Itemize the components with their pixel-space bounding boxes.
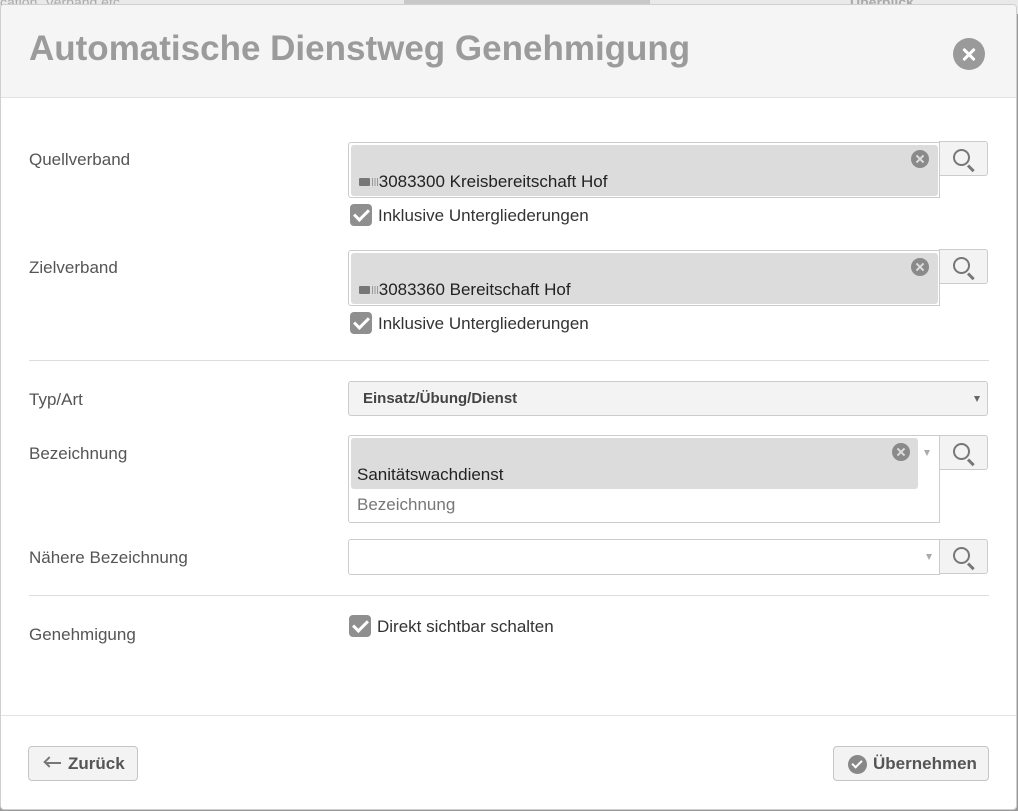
id-card-icon	[359, 178, 378, 186]
section-divider	[29, 360, 989, 361]
zielverband-search-button[interactable]	[939, 249, 988, 284]
chevron-down-icon	[974, 396, 980, 402]
quellverband-label: Quellverband	[29, 150, 131, 169]
genehmigung-label: Genehmigung	[29, 625, 136, 644]
submit-button-label: Übernehmen	[873, 754, 977, 773]
bezeichnung-chip: Sanitätswachdienst	[351, 438, 918, 489]
zielverband-include-checkbox[interactable]: Inklusive Untergliederungen	[350, 312, 589, 334]
dialog-title: Automatische Dienstweg Genehmigung	[29, 29, 691, 68]
chevron-down-icon	[926, 554, 932, 560]
dialog-header: Automatische Dienstweg Genehmigung	[1, 5, 1016, 98]
naehere-bezeichnung-label: Nähere Bezeichnung	[29, 548, 188, 567]
search-icon	[953, 149, 970, 166]
search-icon	[953, 547, 970, 564]
remove-chip-icon[interactable]	[911, 150, 929, 168]
back-button[interactable]: Zurück	[28, 746, 138, 781]
back-button-label: Zurück	[68, 754, 125, 773]
bezeichnung-label: Bezeichnung	[29, 444, 128, 463]
remove-chip-icon[interactable]	[892, 443, 910, 461]
chevron-down-icon[interactable]	[924, 450, 930, 456]
bezeichnung-search-button[interactable]	[939, 435, 988, 470]
bezeichnung-input[interactable]: Bezeichnung	[357, 495, 455, 515]
checkbox-checked-icon	[350, 204, 372, 226]
quellverband-value: 3083300 Kreisbereitschaft Hof	[378, 172, 608, 191]
quellverband-field[interactable]: 3083300 Kreisbereitschaft Hof	[348, 142, 940, 198]
typ-art-select[interactable]: Einsatz/Übung/Dienst	[348, 381, 988, 416]
section-divider	[29, 595, 989, 596]
bezeichnung-field[interactable]: Sanitätswachdienst Bezeichnung	[348, 435, 940, 523]
arrow-left-icon	[43, 758, 61, 768]
search-icon	[953, 257, 970, 274]
direkt-sichtbar-checkbox[interactable]: Direkt sichtbar schalten	[349, 615, 554, 637]
naehere-bezeichnung-select[interactable]	[348, 539, 940, 575]
search-icon	[953, 443, 970, 460]
submit-button[interactable]: Übernehmen	[833, 746, 989, 781]
direkt-sichtbar-label: Direkt sichtbar schalten	[377, 617, 554, 636]
zielverband-label: Zielverband	[29, 258, 118, 277]
zielverband-include-label: Inklusive Untergliederungen	[378, 314, 589, 333]
zielverband-value: 3083360 Bereitschaft Hof	[378, 280, 571, 299]
zielverband-chip: 3083360 Bereitschaft Hof	[351, 253, 938, 304]
typ-art-label: Typ/Art	[29, 390, 83, 409]
approval-dialog: Automatische Dienstweg Genehmigung Quell…	[0, 4, 1017, 810]
close-icon[interactable]	[953, 38, 985, 70]
naehere-bezeichnung-search-button[interactable]	[939, 539, 988, 574]
bezeichnung-value: Sanitätswachdienst	[357, 465, 504, 484]
checkbox-checked-icon	[349, 615, 371, 637]
quellverband-include-checkbox[interactable]: Inklusive Untergliederungen	[350, 204, 589, 226]
zielverband-field[interactable]: 3083360 Bereitschaft Hof	[348, 250, 940, 306]
id-card-icon	[359, 286, 378, 294]
dialog-footer: Zurück Übernehmen	[1, 715, 1016, 810]
quellverband-include-label: Inklusive Untergliederungen	[378, 206, 589, 225]
quellverband-chip: 3083300 Kreisbereitschaft Hof	[351, 145, 938, 196]
typ-art-selected: Einsatz/Übung/Dienst	[363, 390, 518, 407]
remove-chip-icon[interactable]	[911, 258, 929, 276]
checkbox-checked-icon	[350, 312, 372, 334]
check-circle-icon	[848, 755, 867, 774]
quellverband-search-button[interactable]	[939, 141, 988, 176]
